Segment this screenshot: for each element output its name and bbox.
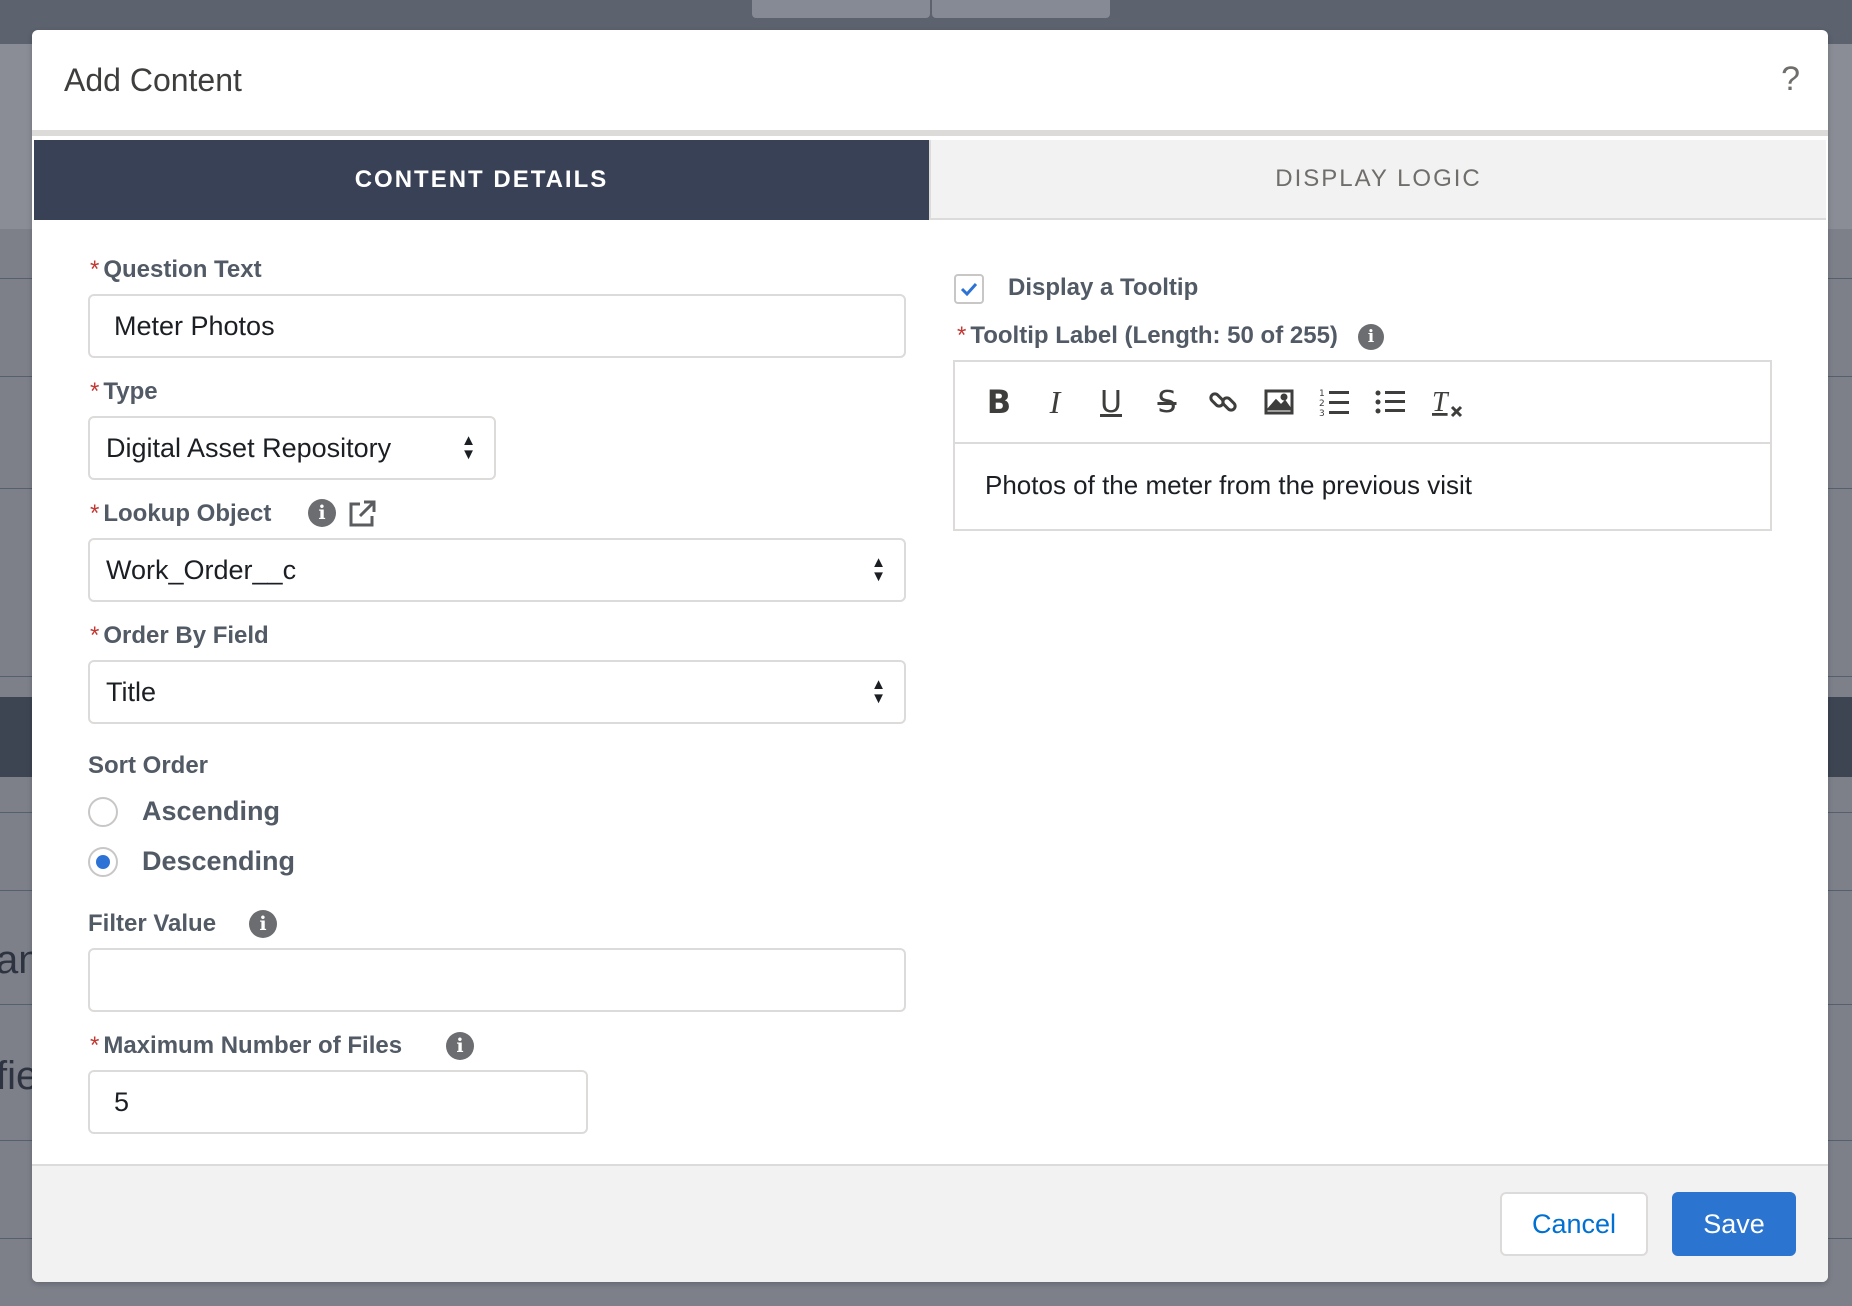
radio-selected-dot [96,854,110,869]
svg-text:T: T [1432,387,1450,418]
tab-display-logic[interactable]: DISPLAY LOGIC [929,140,1826,220]
underline-icon[interactable]: U [1089,380,1133,424]
italic-icon[interactable]: I [1033,380,1077,424]
info-icon[interactable]: i [249,910,277,938]
question-mark-icon[interactable]: ? [1781,60,1800,99]
background-tab [932,0,1110,18]
select-arrows-icon: ▲ ▼ [461,432,476,463]
filter-value-input[interactable] [88,948,906,1012]
tooltip-content-text[interactable]: Photos of the meter from the previous vi… [955,444,1770,527]
tooltip-rich-text-editor: B I U S 1 2 3 T Photos of the meter from… [953,360,1772,531]
sort-descending-radio[interactable]: Descending [88,846,295,877]
save-button[interactable]: Save [1672,1192,1796,1256]
rte-toolbar: B I U S 1 2 3 T [955,362,1770,444]
add-content-modal: Add Content ? CONTENT DETAILS DISPLAY LO… [32,30,1828,1282]
tooltip-label-heading: * Tooltip Label (Length: 50 of 255) [957,322,1338,349]
required-marker: * [90,378,100,405]
info-icon[interactable]: i [1358,324,1384,350]
numbered-list-icon[interactable]: 1 2 3 [1313,380,1357,424]
background-tab [752,0,930,18]
link-icon[interactable] [1201,380,1245,424]
checkmark-icon [960,282,978,296]
required-marker: * [90,256,100,283]
select-arrows-icon: ▲ ▼ [871,676,886,707]
required-marker: * [90,1032,100,1059]
sort-order-label: Sort Order [88,752,209,779]
sort-ascending-radio[interactable]: Ascending [88,796,280,827]
svg-text:2: 2 [1319,399,1325,409]
order-by-field-select[interactable]: Title ▲ ▼ [88,660,906,724]
tab-content-details[interactable]: CONTENT DETAILS [34,140,929,220]
strikethrough-icon[interactable]: S [1145,380,1189,424]
svg-text:3: 3 [1319,409,1325,417]
modal-title: Add Content [64,62,242,98]
max-files-label: * Maximum Number of Files [90,1032,403,1059]
type-select[interactable]: Digital Asset Repository ▲ ▼ [88,416,496,480]
info-icon[interactable]: i [446,1032,474,1060]
display-tooltip-checkbox[interactable] [954,274,984,304]
radio-button[interactable] [88,796,118,827]
required-marker: * [90,500,100,527]
required-marker: * [957,322,967,349]
modal-header: Add Content ? [32,30,1828,136]
lookup-object-label: * Lookup Object [90,500,272,527]
max-files-input[interactable]: 5 [88,1070,588,1134]
clear-format-icon[interactable]: T [1425,380,1469,424]
filter-value-label: Filter Value [88,910,217,937]
select-arrows-icon: ▲ ▼ [871,554,886,585]
order-by-field-label: * Order By Field [90,622,269,649]
bulleted-list-icon[interactable] [1369,380,1413,424]
modal-tabs: CONTENT DETAILS DISPLAY LOGIC [34,140,1826,220]
display-tooltip-label: Display a Tooltip [1008,274,1199,301]
info-icon[interactable]: i [308,499,336,527]
modal-footer: Cancel Save [32,1164,1828,1282]
type-label: * Type [90,378,158,405]
question-text-label: * Question Text [90,256,262,283]
lookup-object-select[interactable]: Work_Order__c ▲ ▼ [88,538,906,602]
cancel-button[interactable]: Cancel [1500,1192,1648,1256]
required-marker: * [90,622,100,649]
image-icon[interactable] [1257,380,1301,424]
external-link-icon[interactable] [346,498,378,530]
question-text-input[interactable]: Meter Photos [88,294,906,358]
svg-text:1: 1 [1319,389,1325,399]
bold-icon[interactable]: B [977,380,1021,424]
radio-button[interactable] [88,846,118,877]
